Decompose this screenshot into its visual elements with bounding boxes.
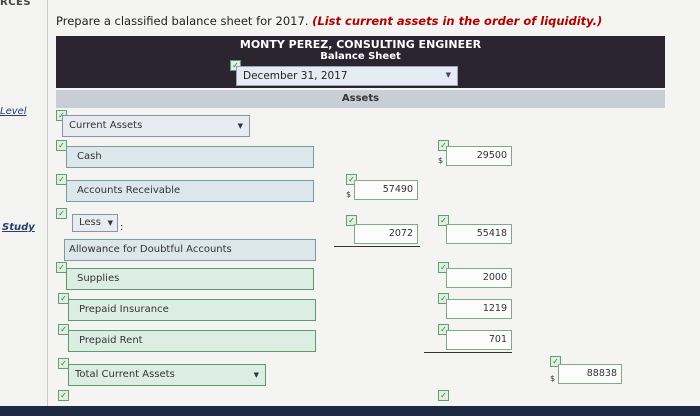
company-name: MONTY PEREZ, CONSULTING ENGINEER xyxy=(239,38,482,51)
current-assets-dropdown[interactable]: Current Assets ▼ xyxy=(62,115,250,137)
instruction-hint: (List current assets in the order of liq… xyxy=(312,14,603,28)
instruction-text: Prepare a classified balance sheet for 2… xyxy=(56,14,602,28)
date-dropdown[interactable]: December 31, 2017 ▼ xyxy=(236,66,458,86)
net-ar-amount-input[interactable]: 55418 xyxy=(446,224,512,244)
statement-title: Balance Sheet xyxy=(320,51,401,62)
prepaid-rent-field[interactable]: Prepaid Rent xyxy=(68,330,316,352)
cash-amount-input[interactable]: 29500 xyxy=(446,146,512,166)
check-icon: ✓ xyxy=(56,208,67,219)
chevron-down-icon: ▼ xyxy=(237,122,243,130)
cash-field[interactable]: Cash xyxy=(66,146,314,168)
prepaid-insurance-field[interactable]: Prepaid Insurance xyxy=(68,299,316,321)
total-current-assets-dropdown[interactable]: Total Current Assets ▼ xyxy=(68,364,266,386)
total-current-assets-amount-input[interactable]: 88838 xyxy=(558,364,622,384)
prepaid-rent-amount-input[interactable]: 701 xyxy=(446,330,512,350)
total-rule xyxy=(424,352,512,353)
subtotal-rule xyxy=(334,246,420,247)
dollar-sign: $ xyxy=(550,374,556,383)
supplies-field[interactable]: Supplies xyxy=(66,268,314,290)
supplies-amount-input[interactable]: 2000 xyxy=(446,268,512,288)
less-dropdown-value: Less xyxy=(79,217,101,228)
check-icon: ✓ xyxy=(438,390,449,401)
chevron-down-icon: ▼ xyxy=(253,371,259,379)
check-icon: ✓ xyxy=(58,390,69,401)
section-heading: Assets xyxy=(56,90,665,108)
level-link[interactable]: Level xyxy=(0,106,27,117)
dollar-sign: $ xyxy=(438,156,444,165)
accounts-receivable-field[interactable]: Accounts Receivable xyxy=(66,180,314,202)
left-gutter xyxy=(0,0,48,416)
prepaid-insurance-amount-input[interactable]: 1219 xyxy=(446,299,512,319)
taskbar xyxy=(0,406,700,416)
allowance-field[interactable]: Allowance for Doubtful Accounts xyxy=(64,239,316,261)
study-link[interactable]: Study xyxy=(2,222,35,233)
gutter-title: RCES xyxy=(0,0,32,8)
date-dropdown-value: December 31, 2017 xyxy=(243,70,348,82)
ar-amount-input[interactable]: 57490 xyxy=(354,180,418,200)
total-current-assets-value: Total Current Assets xyxy=(75,369,175,380)
instruction-main: Prepare a classified balance sheet for 2… xyxy=(56,14,309,28)
dollar-sign: $ xyxy=(346,190,352,199)
current-assets-dropdown-value: Current Assets xyxy=(69,120,143,131)
chevron-down-icon: ▼ xyxy=(107,219,113,227)
less-dropdown[interactable]: Less ▼ xyxy=(72,214,118,232)
less-colon: : xyxy=(120,222,124,233)
chevron-down-icon: ▼ xyxy=(445,71,451,79)
allowance-amount-input[interactable]: 2072 xyxy=(354,224,418,244)
